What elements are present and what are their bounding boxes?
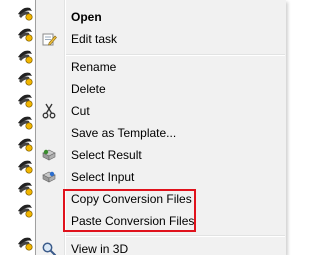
annotation-highlight-box — [63, 189, 196, 232]
edit-task-icon — [42, 33, 57, 46]
task-node-icon[interactable] — [17, 5, 33, 21]
menu-item-view-in-3d[interactable]: View in 3D — [36, 238, 287, 255]
task-node-icon[interactable] — [17, 158, 33, 174]
task-node-icon[interactable] — [17, 48, 33, 64]
menu-item-label: Edit task — [71, 32, 118, 46]
menu-separator — [66, 235, 285, 237]
task-node-icon[interactable] — [17, 92, 33, 108]
menu-item-cut[interactable]: Cut — [36, 100, 287, 122]
task-node-icon[interactable] — [17, 70, 33, 86]
menu-item-save-as-template[interactable]: Save as Template... — [36, 122, 287, 144]
menu-item-delete[interactable]: Delete — [36, 78, 287, 100]
task-node-icon[interactable] — [17, 180, 33, 196]
tree-panel — [0, 0, 36, 255]
screen: Open Edit task Rename Delete Cut Save as… — [0, 0, 286, 255]
task-node-icon[interactable] — [17, 26, 33, 42]
menu-item-rename[interactable]: Rename — [36, 56, 287, 78]
menu-item-label: Open — [71, 10, 102, 24]
menu-item-open[interactable]: Open — [36, 6, 287, 28]
menu-item-edit-task[interactable]: Edit task — [36, 28, 287, 50]
menu-item-label: Rename — [71, 60, 117, 74]
task-node-icon[interactable] — [17, 136, 33, 152]
menu-item-label: View in 3D — [71, 242, 129, 255]
menu-item-select-result[interactable]: Select Result — [36, 144, 287, 166]
menu-item-label: Select Input — [71, 170, 135, 184]
task-node-icon[interactable] — [17, 114, 33, 130]
select-input-icon — [42, 171, 56, 183]
task-node-icon[interactable] — [17, 235, 33, 251]
menu-item-label: Save as Template... — [71, 126, 177, 140]
menu-item-label: Select Result — [71, 148, 142, 162]
menu-item-label: Cut — [71, 104, 90, 118]
view-3d-magnifier-icon — [42, 242, 57, 255]
scissors-icon — [42, 103, 56, 119]
menu-item-select-input[interactable]: Select Input — [36, 166, 287, 188]
menu-item-label: Delete — [71, 82, 106, 96]
select-result-icon — [42, 149, 56, 161]
task-node-icon[interactable] — [17, 202, 33, 218]
